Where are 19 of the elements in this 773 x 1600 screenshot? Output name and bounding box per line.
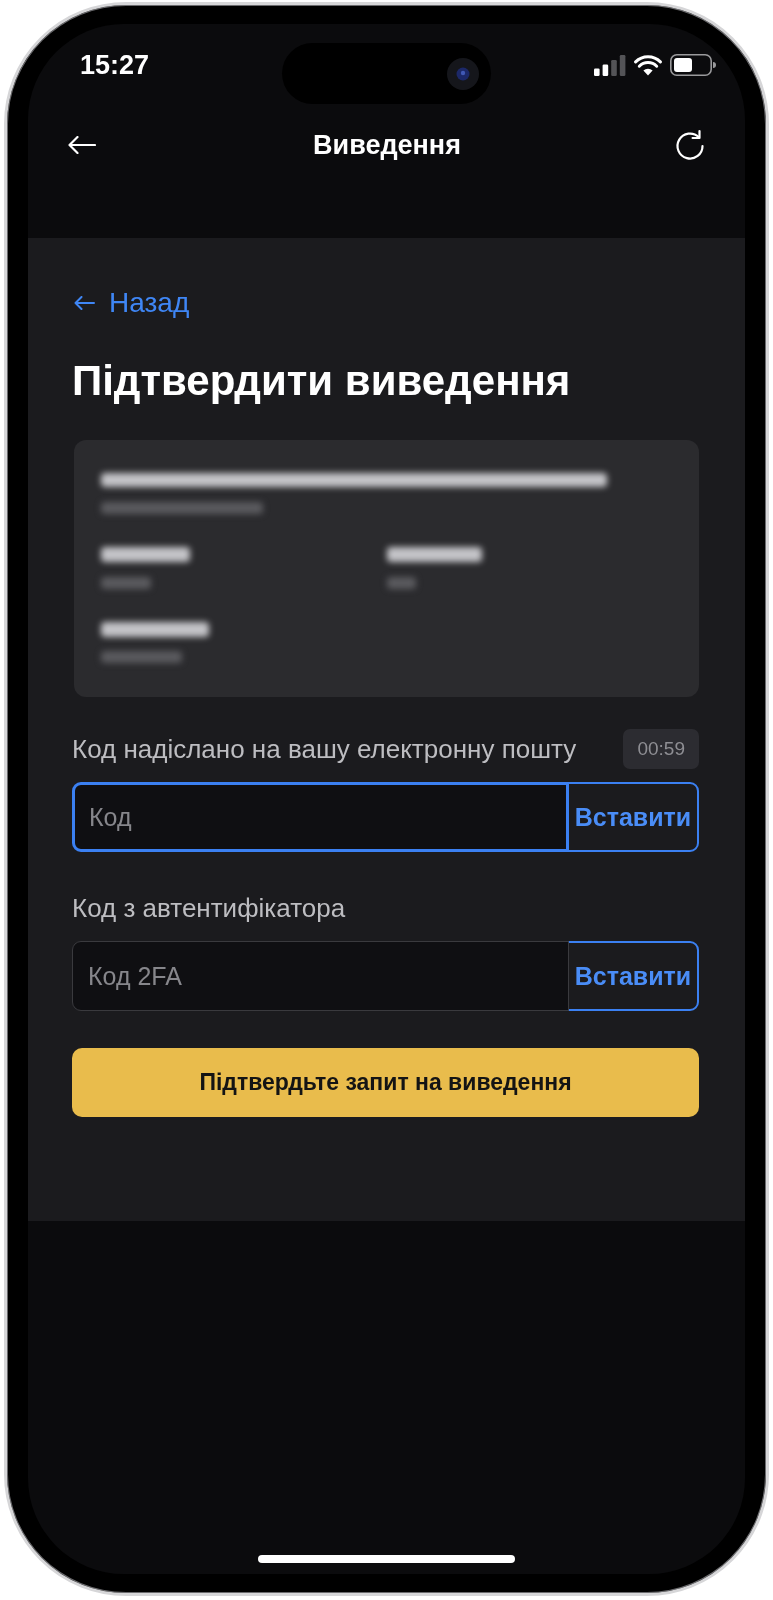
field-label: Код надіслано на вашу електронну пошту <box>72 734 577 764</box>
code-input[interactable]: Код <box>72 782 569 852</box>
code-input[interactable]: Код 2FA <box>72 941 569 1011</box>
back-link[interactable]: Назад <box>74 287 190 319</box>
paste-button[interactable]: Вставити <box>567 941 699 1011</box>
battery-icon <box>670 54 716 76</box>
refresh-icon[interactable] <box>674 128 706 161</box>
field-label: Код з автентифікатора <box>72 893 346 923</box>
camera-lens-icon <box>447 57 479 90</box>
submit-button[interactable]: Підтвердьте запит на виведення <box>72 1048 699 1117</box>
wifi-icon <box>634 54 662 76</box>
arrow-left-icon[interactable] <box>68 135 96 154</box>
arrow-left-icon <box>74 296 95 310</box>
status-time: 15:27 <box>80 52 150 79</box>
signal-icon <box>594 54 626 76</box>
screen-title: Виведення <box>313 128 461 161</box>
countdown-timer: 00:59 <box>623 729 699 769</box>
page-title: Підтвердити виведення <box>72 357 572 405</box>
paste-button[interactable]: Вставити <box>567 782 699 852</box>
